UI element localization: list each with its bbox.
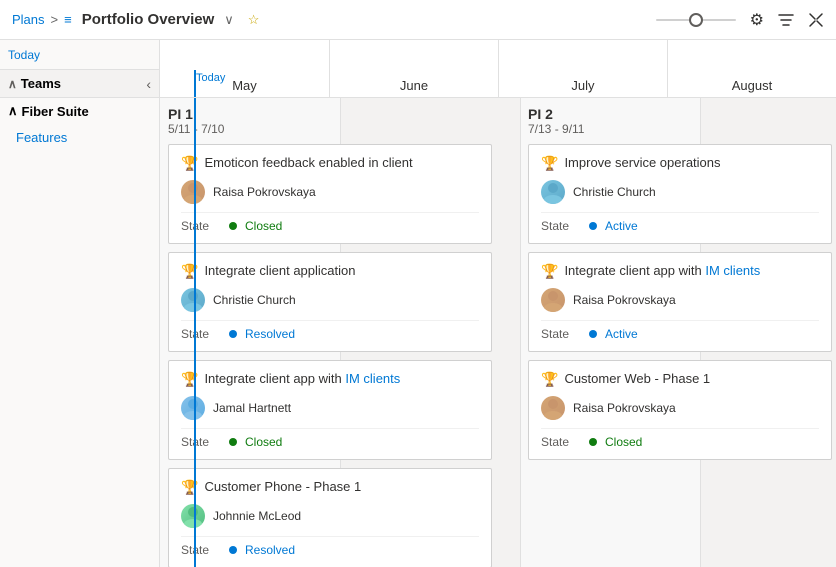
card-title: Integrate client app with IM clients: [564, 263, 760, 280]
breadcrumb-separator: >: [51, 12, 59, 27]
state-label: State: [541, 219, 581, 233]
header-actions: ⚙: [656, 10, 824, 30]
card-title: Customer Web - Phase 1: [564, 371, 710, 388]
state-dot: [589, 438, 597, 446]
state-dot: [589, 330, 597, 338]
state-value: Closed: [245, 219, 282, 233]
person-name: Johnnie McLeod: [213, 509, 301, 523]
person-name: Raisa Pokrovskaya: [573, 401, 676, 415]
timeline-header: Today May June July August: [160, 40, 836, 98]
avatar: [541, 396, 565, 420]
avatar: [541, 180, 565, 204]
person-name: Raisa Pokrovskaya: [573, 293, 676, 307]
pi1-section: PI 1 5/11 - 7/10 🏆 Emoticon feedback ena…: [160, 98, 500, 567]
state-dot: [229, 546, 237, 554]
main-content: Today ∧ Teams ‹ ∧ Fiber Suite Features T…: [0, 40, 836, 567]
state-label: State: [181, 219, 221, 233]
avatar: [181, 288, 205, 312]
today-vertical-line: [194, 98, 196, 567]
card-title: Emoticon feedback enabled in client: [204, 155, 412, 172]
avatar: [181, 180, 205, 204]
avatar: [181, 504, 205, 528]
card-title: Customer Phone - Phase 1: [204, 479, 361, 496]
filter-icon[interactable]: [778, 12, 794, 28]
avatar: [181, 396, 205, 420]
pi2-card-1[interactable]: 🏆 Improve service operations Christie Ch…: [528, 144, 832, 244]
pi1-card-3[interactable]: 🏆 Integrate client app with IM clients J…: [168, 360, 492, 460]
gantt-area: Today May June July August: [160, 40, 836, 567]
pi1-card-4[interactable]: 🏆 Customer Phone - Phase 1 Johnnie McLeo…: [168, 468, 492, 567]
person-name: Raisa Pokrovskaya: [213, 185, 316, 199]
person-name: Christie Church: [573, 185, 656, 199]
card-title: Improve service operations: [564, 155, 720, 172]
favorite-star-icon[interactable]: ☆: [248, 12, 260, 28]
group-name: Fiber Suite: [22, 104, 89, 119]
trophy-icon: 🏆: [541, 371, 558, 388]
pi1-card-2[interactable]: 🏆 Integrate client application Christie …: [168, 252, 492, 352]
state-dot: [229, 222, 237, 230]
settings-icon[interactable]: ⚙: [750, 10, 764, 30]
chevron-down-icon[interactable]: ∨: [224, 12, 234, 28]
card-title: Integrate client application: [204, 263, 355, 280]
pi1-card-1[interactable]: 🏆 Emoticon feedback enabled in client Ra…: [168, 144, 492, 244]
trophy-icon: 🏆: [541, 155, 558, 172]
card-title: Integrate client app with IM clients: [204, 371, 400, 388]
state-value: Resolved: [245, 543, 295, 557]
timeline-month-june: June: [329, 40, 498, 97]
pi2-section: PI 2 7/13 - 9/11 🏆 Improve service opera…: [520, 98, 836, 567]
sidebar-group-fiber-suite[interactable]: ∧ Fiber Suite: [0, 98, 159, 124]
person-name: Christie Church: [213, 293, 296, 307]
person-name: Jamal Hartnett: [213, 401, 291, 415]
state-value: Resolved: [245, 327, 295, 341]
breadcrumb-plans[interactable]: Plans: [12, 12, 45, 27]
today-label: Today: [196, 72, 225, 84]
timeline-month-august: August: [667, 40, 836, 97]
timeline-month-july: July: [498, 40, 667, 97]
expand-icon[interactable]: [808, 12, 824, 28]
pi2-dates: 7/13 - 9/11: [528, 122, 832, 136]
timeline-month-may: May: [160, 40, 329, 97]
state-value: Active: [605, 219, 638, 233]
sidebar-item-features[interactable]: Features: [0, 124, 159, 150]
state-dot: [229, 438, 237, 446]
sidebar: Today ∧ Teams ‹ ∧ Fiber Suite Features: [0, 40, 160, 567]
portfolio-icon: ≡: [64, 12, 72, 27]
pi2-title: PI 2: [528, 106, 832, 122]
pi2-card-2[interactable]: 🏆 Integrate client app with IM clients R…: [528, 252, 832, 352]
state-value: Active: [605, 327, 638, 341]
sidebar-teams-header: ∧ Teams ‹: [0, 70, 159, 98]
teams-label: Teams: [21, 76, 61, 91]
pi1-dates: 5/11 - 7/10: [168, 122, 492, 136]
breadcrumb: Plans > ≡ Portfolio Overview ∨ ☆: [12, 11, 259, 28]
state-label: State: [541, 327, 581, 341]
sidebar-collapse-button[interactable]: ‹: [146, 76, 151, 92]
trophy-icon: 🏆: [541, 263, 558, 280]
state-label: State: [181, 543, 221, 557]
pi1-title: PI 1: [168, 106, 492, 122]
state-label: State: [541, 435, 581, 449]
gantt-content: PI 1 5/11 - 7/10 🏆 Emoticon feedback ena…: [160, 98, 836, 567]
page-title: Portfolio Overview: [82, 11, 215, 28]
chevron-down-icon: ∧: [8, 103, 18, 119]
state-label: State: [181, 435, 221, 449]
state-value: Closed: [605, 435, 642, 449]
state-value: Closed: [245, 435, 282, 449]
app-header: Plans > ≡ Portfolio Overview ∨ ☆ ⚙: [0, 0, 836, 40]
state-dot: [229, 330, 237, 338]
slider-thumb[interactable]: [689, 13, 703, 27]
zoom-slider[interactable]: [656, 19, 736, 21]
pi2-card-3[interactable]: 🏆 Customer Web - Phase 1 Raisa Pokrovska…: [528, 360, 832, 460]
collapse-teams-icon[interactable]: ∧: [8, 77, 17, 91]
state-label: State: [181, 327, 221, 341]
avatar: [541, 288, 565, 312]
state-dot: [589, 222, 597, 230]
sidebar-today-label: Today: [0, 40, 159, 70]
